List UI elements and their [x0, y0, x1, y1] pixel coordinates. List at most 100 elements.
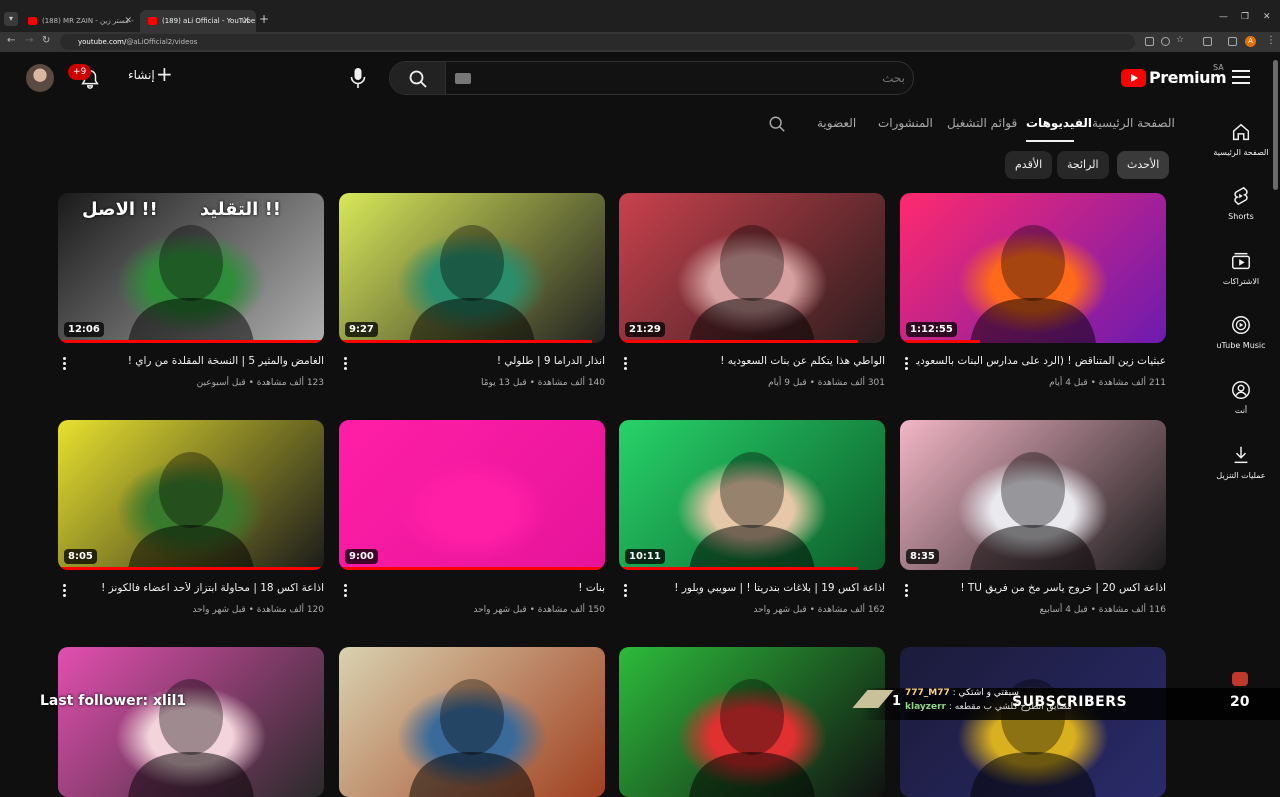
- video-duration: 1:12:55: [906, 322, 957, 337]
- reading-list-icon[interactable]: [1228, 37, 1237, 46]
- thumbnail-person-figure: [970, 225, 1096, 343]
- reload-icon[interactable]: ↻: [42, 35, 50, 46]
- channel-search-icon[interactable]: [768, 115, 786, 133]
- back-icon[interactable]: ←: [7, 35, 15, 46]
- search-input[interactable]: [450, 66, 905, 90]
- video-thumbnail[interactable]: [339, 647, 605, 797]
- address-bar: ← → ↻ youtube.com/@aLiOfficial2/videos ☆…: [0, 32, 1280, 52]
- page-scrollbar[interactable]: [1273, 60, 1278, 190]
- video-metadata: 116 ألف مشاهدة • قبل 4 أسابيع: [1039, 605, 1166, 615]
- create-label: إنشاء: [128, 68, 155, 82]
- guide-item-music[interactable]: uTube Music: [1206, 314, 1276, 350]
- chip-popular[interactable]: الرائجة: [1057, 151, 1109, 179]
- video-thumbnail[interactable]: 8:05: [58, 420, 324, 570]
- youtube-premium-logo[interactable]: Premium SA: [1121, 63, 1227, 90]
- close-tab-icon[interactable]: ✕: [124, 10, 132, 32]
- video-title[interactable]: انذار الدراما 9 | طلولي !: [355, 355, 605, 367]
- video-title[interactable]: الغامض والمثير 5 | النسخة المقلدة من راي…: [74, 355, 324, 367]
- chat-username: klayzerr: [905, 702, 946, 712]
- video-metadata: 301 ألف مشاهدة • قبل 9 أيام: [768, 378, 885, 388]
- video-title[interactable]: اذاعة اكس 19 | بلاغات بندريتا ! | سويبي …: [635, 582, 885, 594]
- video-title[interactable]: اذاعة اكس 20 | خروج ياسر مخ من فريق TU !: [916, 582, 1166, 594]
- guide-menu-icon[interactable]: [1232, 70, 1250, 84]
- account-avatar[interactable]: [26, 64, 54, 92]
- bookmark-star-icon[interactable]: ☆: [1176, 35, 1184, 45]
- video-thumbnail[interactable]: [900, 647, 1166, 797]
- chip-latest[interactable]: الأحدث: [1117, 151, 1170, 179]
- video-action-menu-icon[interactable]: [63, 584, 67, 598]
- guide-label: Shorts: [1228, 212, 1254, 221]
- tab-home[interactable]: الصفحة الرئيسية: [1092, 116, 1175, 130]
- video-action-menu-icon[interactable]: [344, 357, 348, 371]
- browser-tab-2[interactable]: (189) aLi Official - YouTube ✕: [140, 10, 256, 32]
- thumbnail-person-figure: [689, 225, 815, 343]
- guide-item-you[interactable]: أنت: [1206, 379, 1276, 415]
- video-action-menu-icon[interactable]: [63, 357, 67, 371]
- voice-search-mic-icon[interactable]: [348, 67, 368, 89]
- video-action-menu-icon[interactable]: [624, 584, 628, 598]
- browser-tab-1[interactable]: (188) MR ZAIN - مستر زين - YouTube ✕: [20, 10, 138, 47]
- video-title[interactable]: عبثيات زين المتناقض ! (الرد على مدارس ال…: [916, 355, 1166, 367]
- zoom-icon[interactable]: [1161, 37, 1170, 46]
- guide-item-shorts[interactable]: Shorts: [1206, 185, 1276, 221]
- subscriptions-icon: [1232, 252, 1250, 270]
- new-tab-icon[interactable]: +: [259, 12, 269, 26]
- cast-icon[interactable]: [1145, 37, 1154, 46]
- stream-last-follower: Last follower: xlil1: [40, 693, 187, 709]
- guide-item-subscriptions[interactable]: الاشتراكات: [1206, 250, 1276, 286]
- overlay-subscribers-count: 20: [1230, 694, 1250, 710]
- create-button[interactable]: إنشاء +: [128, 62, 173, 86]
- shorts-icon: [1234, 186, 1248, 206]
- tab-membership[interactable]: العضوية: [817, 116, 856, 130]
- browser-tab-title: (189) aLi Official - YouTube: [162, 17, 256, 25]
- video-action-menu-icon[interactable]: [624, 357, 628, 371]
- video-thumbnail[interactable]: 1:12:55: [900, 193, 1166, 343]
- watch-progress-bar: [900, 340, 980, 343]
- video-title[interactable]: الواطي هذا يتكلم عن بنات السعوديه !: [635, 355, 885, 367]
- video-action-menu-icon[interactable]: [905, 357, 909, 371]
- watch-progress-bar: [339, 567, 605, 570]
- thumbnail-person-figure: [409, 225, 535, 343]
- guide-label: uTube Music: [1216, 341, 1266, 350]
- video-action-menu-icon[interactable]: [905, 584, 909, 598]
- thumbnail-caption-right: الاصل !!: [82, 199, 158, 220]
- thumbnail-person-figure: [970, 452, 1096, 570]
- search-button[interactable]: [390, 62, 446, 94]
- browser-menu-icon[interactable]: ⋮: [1266, 35, 1276, 46]
- minimize-icon[interactable]: —: [1219, 12, 1228, 22]
- video-thumbnail[interactable]: 10:11: [619, 420, 885, 570]
- browser-profile-avatar[interactable]: A: [1245, 36, 1256, 47]
- music-icon: [1232, 316, 1250, 334]
- chip-oldest[interactable]: الأقدم: [1005, 151, 1053, 179]
- tab-playlists[interactable]: قوائم التشغيل: [947, 116, 1017, 130]
- video-duration: 8:05: [64, 549, 97, 564]
- video-thumbnail[interactable]: 21:29: [619, 193, 885, 343]
- forward-icon[interactable]: →: [25, 35, 33, 46]
- url-field[interactable]: youtube.com/@aLiOfficial2/videos: [60, 34, 1135, 50]
- video-thumbnail[interactable]: 9:27: [339, 193, 605, 343]
- extensions-icon[interactable]: [1203, 37, 1212, 46]
- video-action-menu-icon[interactable]: [344, 584, 348, 598]
- video-thumbnail[interactable]: [619, 647, 885, 797]
- tab-videos[interactable]: الفيديوهات: [1026, 116, 1092, 130]
- guide-label: عمليات التنزيل: [1216, 471, 1266, 480]
- close-window-icon[interactable]: ✕: [1263, 12, 1271, 22]
- notification-badge: +9: [68, 64, 92, 80]
- video-title[interactable]: اذاعة اكس 18 | محاولة ابتزاز لأحد اعضاء …: [74, 582, 324, 594]
- guide-item-home[interactable]: الصفحة الرئيسية: [1206, 121, 1276, 157]
- overlay-chat-line-1: 777_M77 : سبقتي و اشتكي: [905, 688, 1019, 698]
- download-icon: [1234, 446, 1248, 464]
- video-title[interactable]: بنات !: [355, 582, 605, 594]
- watch-progress-bar: [619, 340, 859, 343]
- close-tab-icon[interactable]: ✕: [242, 10, 250, 32]
- tab-search-button[interactable]: ▾: [4, 12, 18, 26]
- video-thumbnail[interactable]: 8:35: [900, 420, 1166, 570]
- video-thumbnail[interactable]: [58, 647, 324, 797]
- guide-item-downloads[interactable]: عمليات التنزيل: [1206, 444, 1276, 480]
- video-thumbnail[interactable]: التقليد !! الاصل !! 12:06: [58, 193, 324, 343]
- tab-posts[interactable]: المنشورات: [878, 116, 933, 130]
- watch-progress-bar: [339, 340, 592, 343]
- you-icon: [1232, 381, 1250, 399]
- video-thumbnail[interactable]: 9:00: [339, 420, 605, 570]
- maximize-icon[interactable]: ❐: [1241, 12, 1249, 22]
